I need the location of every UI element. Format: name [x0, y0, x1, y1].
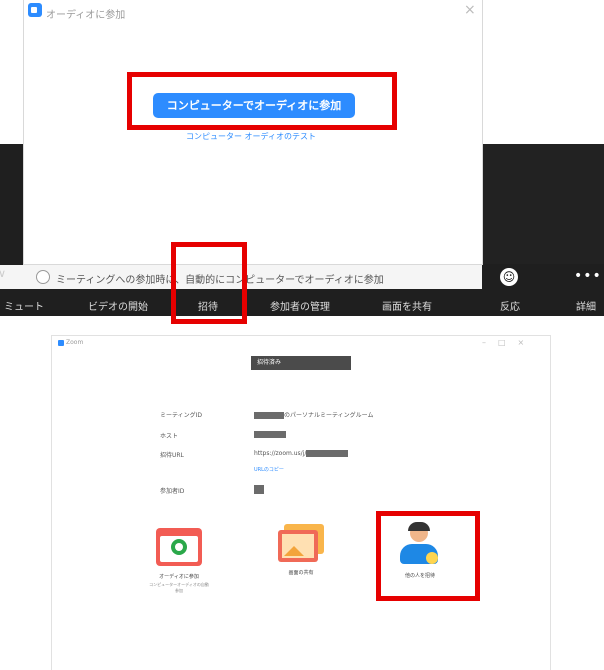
more-button[interactable]: 詳細	[576, 298, 596, 313]
auto-join-checkbox[interactable]	[36, 270, 50, 284]
highlight-invite	[171, 242, 247, 324]
reaction-icon[interactable]: ☺	[500, 268, 518, 286]
share-screen-label: 画面の共有	[288, 570, 314, 576]
reactions-button[interactable]: 反応	[500, 298, 520, 313]
invite-url-value: https://zoom.us/j/	[254, 450, 349, 457]
zoom-logo-icon	[28, 3, 42, 17]
share-screen-button[interactable]: 画面を共有	[382, 298, 432, 313]
join-audio-label: オーディオに参加	[159, 574, 199, 580]
meeting-toolbar: ミュート ビデオの開始 招待 参加者の管理 画面を共有 ☺ 反応 ••• 詳細	[0, 268, 604, 316]
close-icon[interactable]: ×	[464, 2, 476, 18]
join-audio-dialog: オーディオに参加 × コンピューターでオーディオに参加 コンピューター オーディ…	[24, 0, 482, 264]
room-header: 招待済み	[251, 356, 351, 370]
start-video-button[interactable]: ビデオの開始	[88, 298, 148, 313]
window-controls[interactable]: –□×	[482, 338, 536, 347]
participant-id-value	[254, 485, 264, 494]
meeting-id-value: のパーソナルミーティングルーム	[254, 410, 373, 419]
meeting-video-area	[482, 144, 604, 264]
zoom-room-window: Zoom –□× 招待済み ミーティングID のパーソナルミーティングルーム ホ…	[52, 336, 550, 670]
test-computer-audio-link[interactable]: コンピューター オーディオのテスト	[186, 131, 316, 142]
participant-id-label: 参加者ID	[160, 488, 185, 495]
meeting-id-label: ミーティングID	[160, 412, 203, 419]
join-audio-sub: コンピューターオーディオの自動参加	[149, 582, 209, 593]
highlight-invite-others	[376, 511, 480, 601]
dialog-title: オーディオに参加	[46, 10, 126, 21]
zoom-logo-icon	[58, 340, 64, 346]
manage-participants-button[interactable]: 参加者の管理	[270, 298, 330, 313]
copy-url-link[interactable]: URLのコピー	[254, 466, 284, 473]
host-label: ホスト	[160, 433, 179, 440]
chevron-up-icon[interactable]: ∨	[0, 267, 6, 280]
window-title: Zoom	[66, 339, 84, 346]
invite-url-label: 招待URL	[160, 452, 184, 459]
more-icon[interactable]: •••	[574, 268, 602, 284]
headphones-icon	[156, 528, 202, 566]
host-value	[254, 431, 286, 438]
highlight-join-audio	[127, 72, 397, 130]
mute-button[interactable]: ミュート	[4, 298, 44, 313]
